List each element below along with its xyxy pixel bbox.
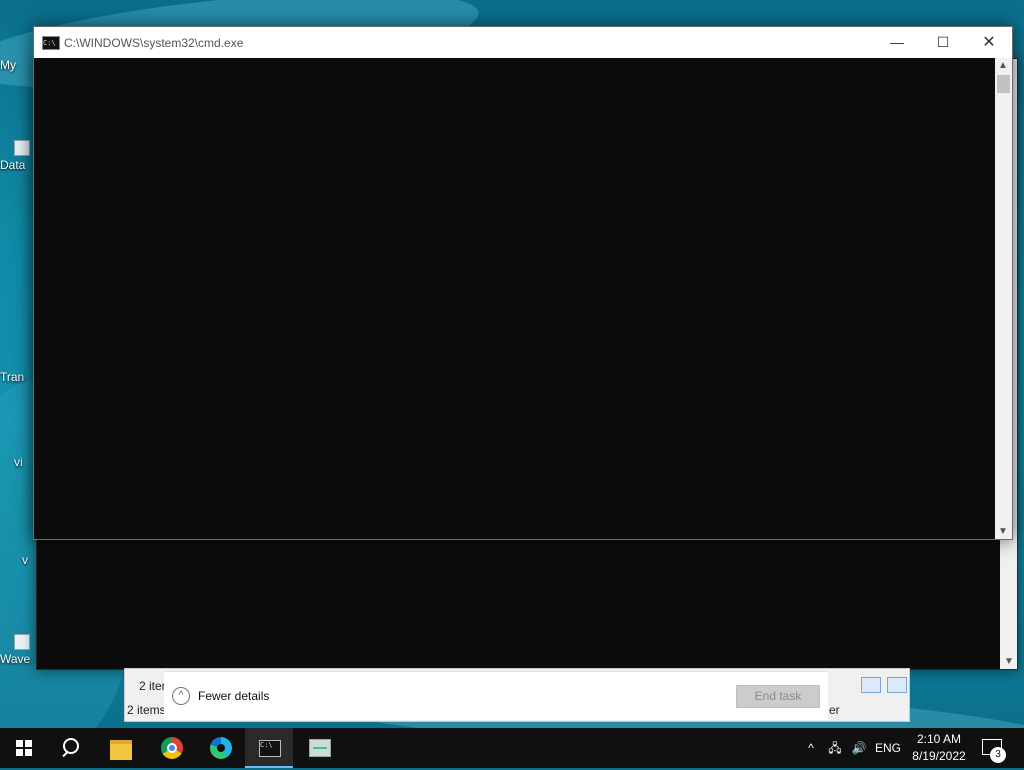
vertical-scrollbar[interactable]: ▲ ▼ [995,58,1012,539]
end-task-button[interactable]: End task [736,685,820,708]
console-area[interactable] [34,58,995,539]
taskbar: C:\ ^ 🖧 🔊 ENG 2:10 AM 8/19/2022 3 [0,728,1024,768]
taskbar-edge[interactable] [197,728,245,768]
desktop-icon-tran[interactable]: Tran [0,370,34,384]
shortcut-icon [14,634,30,650]
scrollbar-thumb[interactable] [997,75,1010,93]
taskbar-task-manager[interactable] [295,728,343,768]
clock-date: 8/19/2022 [912,749,966,763]
taskbar-file-explorer[interactable] [98,728,146,768]
scroll-down-arrow-icon[interactable]: ▼ [998,526,1008,537]
fewer-details-button[interactable]: Fewer details [198,689,269,703]
taskbar-chrome[interactable] [148,728,196,768]
maximize-button[interactable]: ☐ [920,27,966,58]
windows-logo-icon [16,740,32,756]
network-icon[interactable]: 🖧 [824,728,846,768]
title-bar[interactable]: C:\ C:\WINDOWS\system32\cmd.exe — ☐ ✕ [34,27,1012,58]
view-toggle [861,677,907,693]
status-text-partial: er [829,703,840,717]
close-button[interactable]: ✕ [966,27,1012,58]
shortcut-icon [14,140,30,156]
folder-icon [110,740,132,760]
items-count-status: 2 items [127,703,166,717]
desktop-icon-wave[interactable]: Wave [0,634,34,666]
large-icons-view-icon[interactable] [887,677,907,693]
desktop-icon-label: Tran [0,370,25,384]
chrome-icon [161,737,183,759]
desktop-icon-label: vi [14,455,23,469]
task-manager-footer: ^ Fewer details End task [164,671,828,720]
scroll-down-arrow-icon[interactable]: ▼ [1004,656,1014,667]
cmd-window[interactable]: C:\ C:\WINDOWS\system32\cmd.exe — ☐ ✕ ▲ … [33,26,1013,540]
desktop-icon-data[interactable]: Data [0,140,34,172]
desktop-icon-my[interactable]: My [0,58,34,72]
taskbar-cmd[interactable]: C:\ [245,728,293,768]
fewer-details-chevron-icon[interactable]: ^ [172,687,190,705]
search-button[interactable] [48,728,96,768]
notification-count-badge: 3 [990,747,1006,763]
minimize-button[interactable]: — [874,27,920,58]
cmd-icon: C:\ [42,36,60,50]
tray-overflow-chevron-icon[interactable]: ^ [802,728,820,768]
language-indicator[interactable]: ENG [872,728,904,768]
desktop-icon-label: Wave [0,652,31,666]
start-button[interactable] [0,728,48,768]
window-title: C:\WINDOWS\system32\cmd.exe [64,36,244,50]
scroll-up-arrow-icon[interactable]: ▲ [998,60,1008,71]
desktop-icon-label: v [22,553,28,567]
desktop-icon-label: Data [0,158,26,172]
edge-icon [210,737,232,759]
search-icon-handle [62,750,69,758]
clock-time: 2:10 AM [916,732,962,746]
volume-icon[interactable]: 🔊 [848,728,870,768]
clock[interactable]: 2:10 AM 8/19/2022 [904,731,974,765]
desktop-icon-label: My [0,58,16,72]
task-manager-icon [309,739,331,757]
cmd-icon: C:\ [259,740,281,757]
details-view-icon[interactable] [861,677,881,693]
